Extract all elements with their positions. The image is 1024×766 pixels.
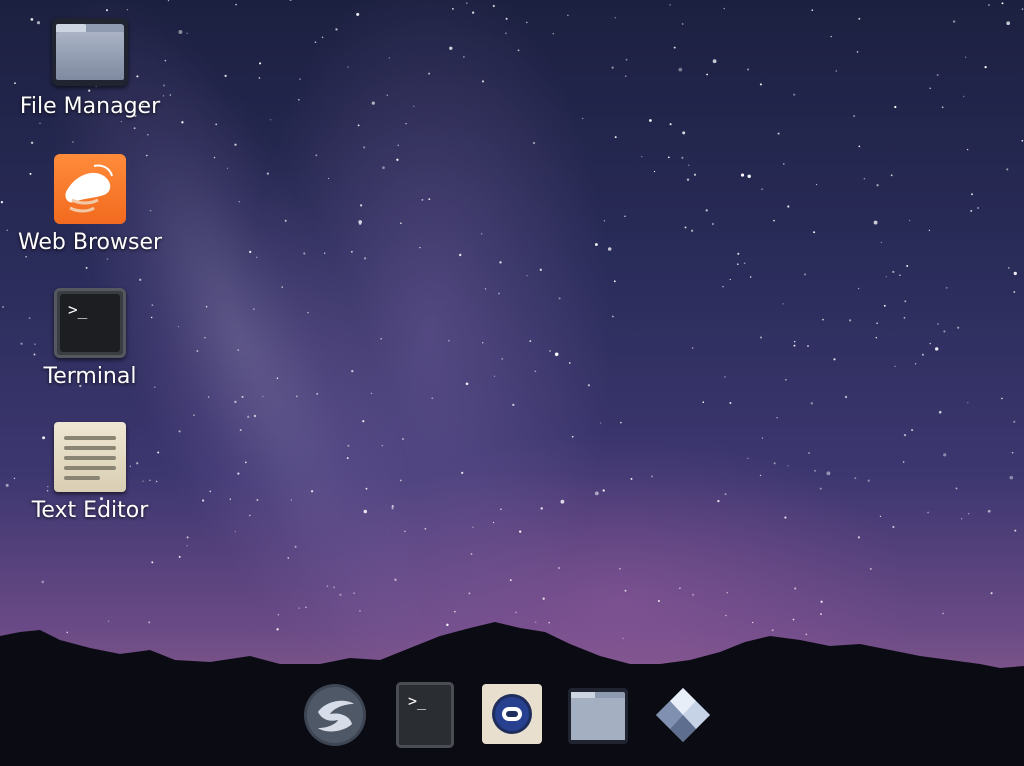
dock-item-terminal[interactable]: >_ [396,682,454,748]
desktop-icon-label: Terminal [43,364,137,389]
dock-item-browser[interactable] [482,684,542,744]
desktop-icon-web-browser[interactable]: Web Browser [5,154,175,255]
browser-icon [482,684,542,744]
diamond-app-icon [656,688,710,742]
folder-icon [568,688,628,744]
terminal-prompt: >_ [68,300,88,319]
desktop: File Manager Web Browser >_ Terminal Tex… [0,0,1024,766]
dock-item-diamond-app[interactable] [654,686,712,744]
dock: >_ [300,680,720,750]
launcher-icon [304,684,366,746]
desktop-icon-label: Web Browser [17,230,163,255]
dock-terminal-prompt: >_ [408,692,427,710]
dock-item-file-manager[interactable] [568,688,628,744]
desktop-icon-label: File Manager [19,94,161,119]
desktop-icon-file-manager[interactable]: File Manager [5,18,175,119]
desktop-icon-text-editor[interactable]: Text Editor [5,422,175,523]
web-browser-icon [52,154,128,224]
terminal-icon: >_ [52,288,128,358]
dock-item-launcher[interactable] [304,682,366,748]
text-editor-icon [52,422,128,492]
desktop-icon-label: Text Editor [31,498,149,523]
terminal-icon: >_ [396,682,454,748]
folder-icon [52,18,128,88]
desktop-icon-terminal[interactable]: >_ Terminal [5,288,175,389]
